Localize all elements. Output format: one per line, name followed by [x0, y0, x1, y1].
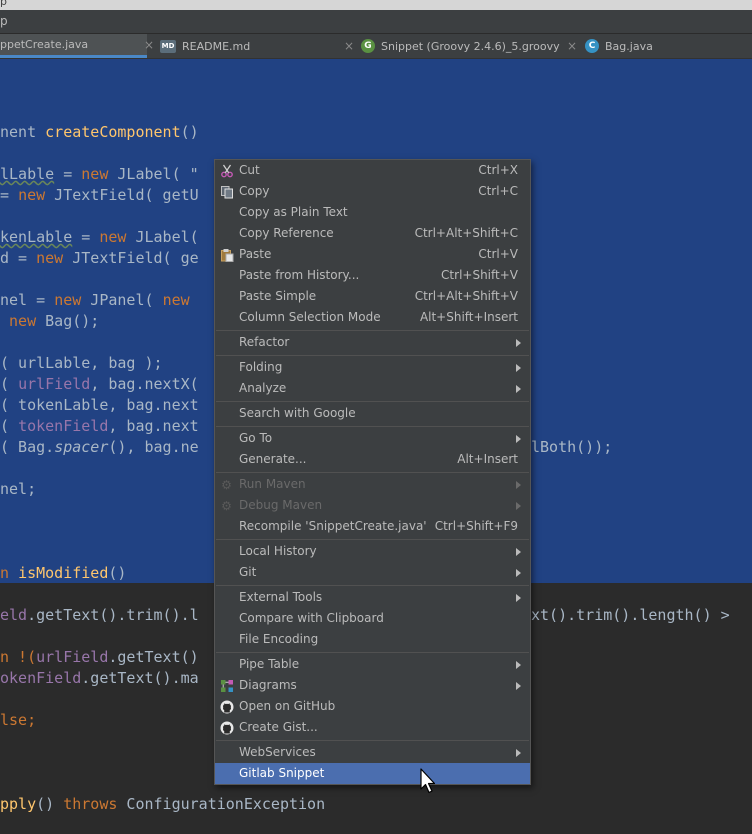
menu-separator	[216, 539, 529, 540]
maven-gear-icon: ⚙	[221, 477, 232, 492]
menu-separator	[216, 401, 529, 402]
mouse-pointer-icon	[420, 768, 436, 794]
menu-item-local-history[interactable]: Local History	[215, 541, 530, 562]
maven-gear-icon: ⚙	[221, 498, 232, 513]
menu-item-recompile[interactable]: Recompile 'SnippetCreate.java' Ctrl+Shift…	[215, 516, 530, 537]
code-line: kenLable = new JLabel(	[0, 228, 199, 246]
submenu-arrow-icon	[516, 481, 521, 489]
code-line: ( tokenField, bag.next	[0, 417, 199, 435]
menu-item-create-gist[interactable]: Create Gist...	[215, 717, 530, 738]
close-icon[interactable]: ×	[344, 39, 354, 53]
code-line: ( Bag.spacer(), bag.ne	[0, 438, 199, 456]
menu-item-compare-with-clipboard[interactable]: Compare with Clipboard	[215, 608, 530, 629]
github-icon	[219, 720, 234, 735]
menu-separator	[216, 330, 529, 331]
code-line: d = new JTextField( ge	[0, 249, 199, 267]
tab-snippet-groovy[interactable]: G Snippet (Groovy 2.4.6)_5.groovy ×	[361, 34, 577, 58]
menu-item-open-on-github[interactable]: Open on GitHub	[215, 696, 530, 717]
menu-item-git[interactable]: Git	[215, 562, 530, 583]
groovy-file-icon: G	[361, 39, 375, 53]
code-line-tail: xt().trim().length() >	[531, 606, 730, 624]
code-line-tail: lBoth());	[531, 438, 613, 456]
paste-icon	[219, 247, 234, 262]
menu-item-webservices[interactable]: WebServices	[215, 742, 530, 763]
menu-item-external-tools[interactable]: External Tools	[215, 587, 530, 608]
java-class-icon: C	[585, 39, 599, 53]
tab-label: Snippet (Groovy 2.4.6)_5.groovy	[381, 39, 560, 53]
submenu-arrow-icon	[516, 385, 521, 393]
submenu-arrow-icon	[516, 749, 521, 757]
tab-label: ppetCreate.java	[0, 38, 89, 51]
menu-item-cut[interactable]: Cut Ctrl+X	[215, 160, 530, 181]
menu-separator	[216, 426, 529, 427]
menu-item-go-to[interactable]: Go To	[215, 428, 530, 449]
window-title-bar: p	[0, 0, 752, 10]
code-line: ( urlLable, bag );	[0, 354, 163, 372]
submenu-arrow-icon	[516, 339, 521, 347]
code-line: lLable = new JLabel( "	[0, 165, 199, 183]
tab-bag-java[interactable]: C Bag.java	[585, 34, 752, 58]
code-line: = new JTextField( getU	[0, 186, 199, 204]
code-line: ( urlField, bag.nextX(	[0, 375, 199, 393]
tab-label: README.md	[182, 39, 251, 53]
markdown-file-icon: MD	[160, 39, 176, 53]
github-icon	[219, 699, 234, 714]
submenu-arrow-icon	[516, 682, 521, 690]
menu-item-diagrams[interactable]: Diagrams	[215, 675, 530, 696]
menu-item-paste-from-history[interactable]: Paste from History... Ctrl+Shift+V	[215, 265, 530, 286]
menu-item-file-encoding[interactable]: File Encoding	[215, 629, 530, 650]
code-line: nel = new JPanel( new	[0, 291, 190, 309]
menu-bar: p	[0, 10, 752, 34]
code-line: nent createComponent()	[0, 123, 199, 141]
menu-separator	[216, 355, 529, 356]
code-line: lse;	[0, 711, 37, 729]
editor-tabs: ppetCreate.java × MD README.md × G Snipp…	[0, 34, 752, 59]
menu-item-folding[interactable]: Folding	[215, 357, 530, 378]
code-line: new Bag();	[9, 312, 100, 330]
diagram-icon	[219, 678, 234, 693]
code-line: pply() throws ConfigurationException	[0, 795, 326, 813]
tab-readme-md[interactable]: MD README.md ×	[160, 34, 354, 58]
window-title: p	[0, 0, 7, 8]
submenu-arrow-icon	[516, 594, 521, 602]
scissors-icon	[219, 163, 234, 178]
editor-context-menu: Cut Ctrl+X Copy Ctrl+C Copy as Plain Text …	[214, 159, 531, 785]
submenu-arrow-icon	[516, 569, 521, 577]
tab-label: Bag.java	[605, 39, 653, 53]
menu-item-copy-reference[interactable]: Copy Reference Ctrl+Alt+Shift+C	[215, 223, 530, 244]
menu-item-paste-simple[interactable]: Paste Simple Ctrl+Alt+Shift+V	[215, 286, 530, 307]
menu-item-run-maven: ⚙ Run Maven	[215, 474, 530, 495]
menu-separator	[216, 652, 529, 653]
menu-item-copy[interactable]: Copy Ctrl+C	[215, 181, 530, 202]
close-icon[interactable]: ×	[567, 39, 577, 53]
code-line: eld.getText().trim().l	[0, 606, 199, 624]
menu-item-gitlab-snippet[interactable]: Gitlab Snippet	[215, 763, 530, 784]
copy-icon	[219, 184, 234, 199]
submenu-arrow-icon	[516, 502, 521, 510]
tab-snippetcreate-java[interactable]: ppetCreate.java ×	[0, 34, 154, 58]
menu-item-search-with-google[interactable]: Search with Google	[215, 403, 530, 424]
menu-item-generate[interactable]: Generate... Alt+Insert	[215, 449, 530, 470]
code-line: n isModified()	[0, 564, 127, 582]
submenu-arrow-icon	[516, 661, 521, 669]
menu-item-copy-plain-text[interactable]: Copy as Plain Text	[215, 202, 530, 223]
menu-item-refactor[interactable]: Refactor	[215, 332, 530, 353]
code-line: okenField.getText().ma	[0, 669, 199, 687]
code-line: ( tokenLable, bag.next	[0, 396, 199, 414]
submenu-arrow-icon	[516, 364, 521, 372]
submenu-arrow-icon	[516, 435, 521, 443]
menu-item-debug-maven: ⚙ Debug Maven	[215, 495, 530, 516]
menu-item-analyze[interactable]: Analyze	[215, 378, 530, 399]
menu-item-pipe-table[interactable]: Pipe Table	[215, 654, 530, 675]
menu-item-paste[interactable]: Paste Ctrl+V	[215, 244, 530, 265]
menu-separator	[216, 740, 529, 741]
code-line: nel;	[0, 480, 37, 498]
close-icon[interactable]: ×	[144, 38, 154, 52]
menu-item-column-selection-mode[interactable]: Column Selection Mode Alt+Shift+Insert	[215, 307, 530, 328]
menu-separator	[216, 585, 529, 586]
menu-separator	[216, 472, 529, 473]
code-line: n !(urlField.getText()	[0, 648, 199, 666]
submenu-arrow-icon	[516, 548, 521, 556]
menu-bar-label[interactable]: p	[0, 14, 8, 28]
